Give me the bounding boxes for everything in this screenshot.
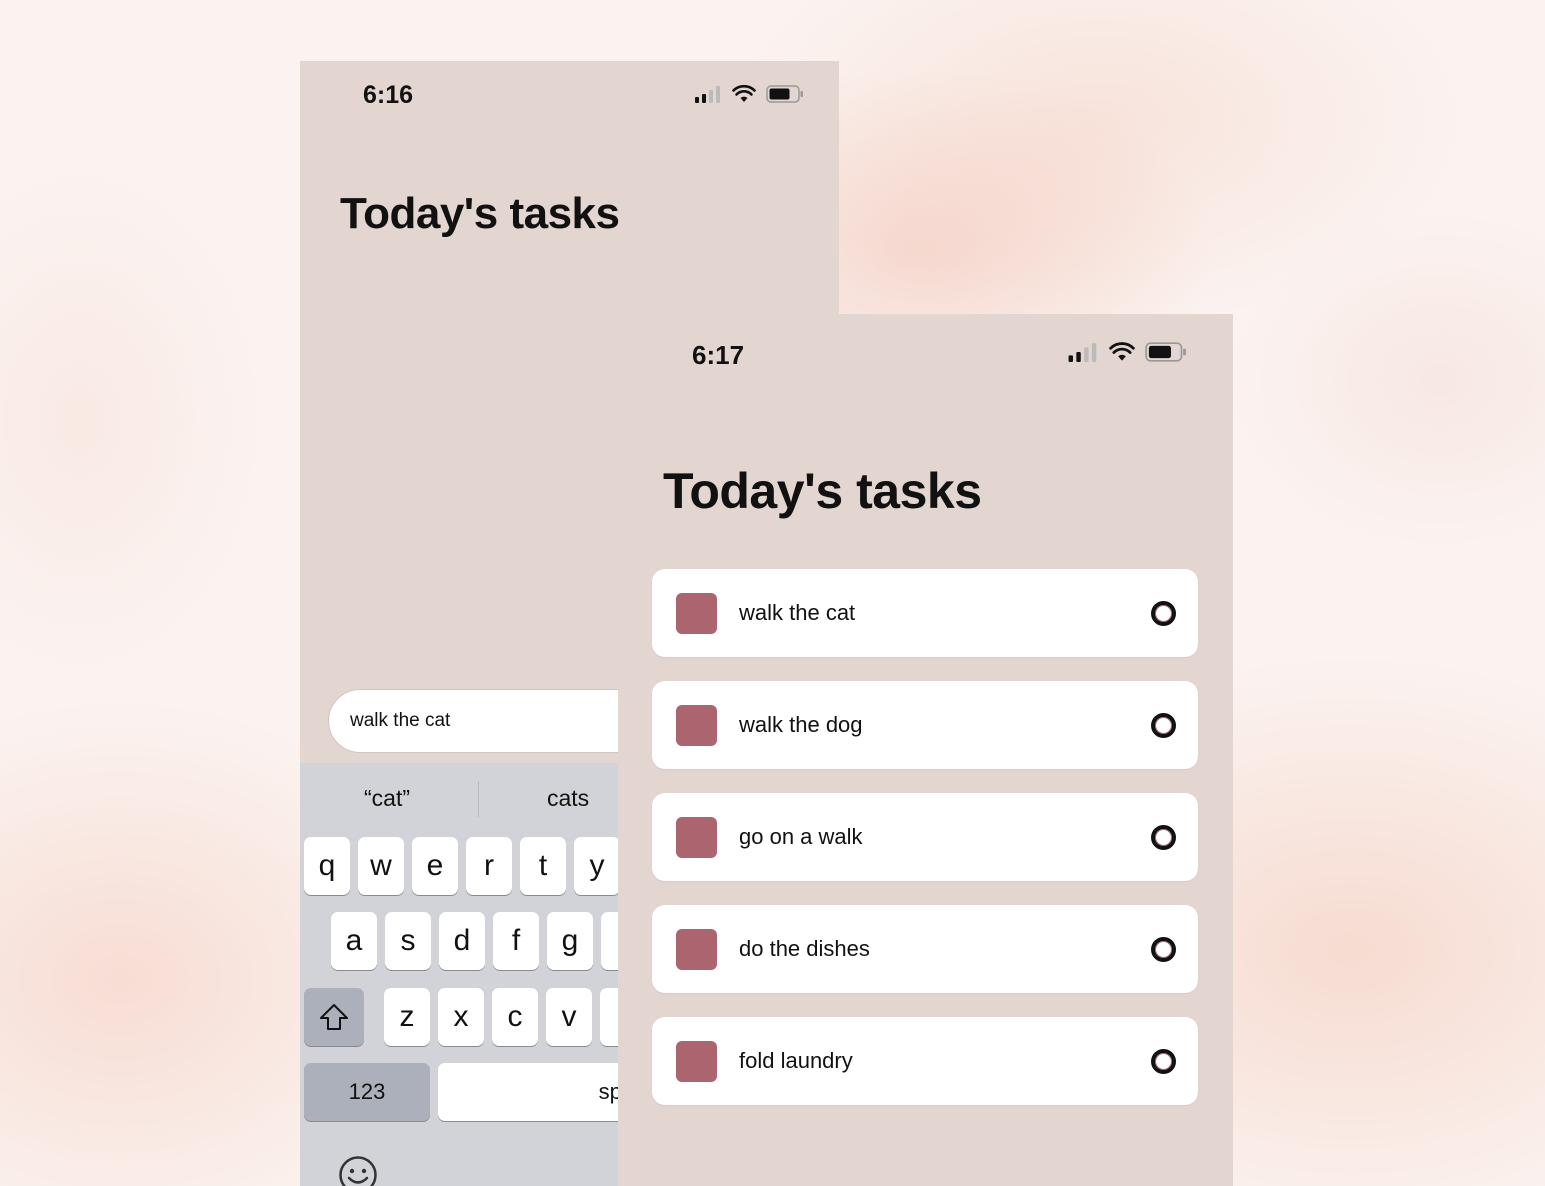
- task-label: do the dishes: [739, 936, 870, 961]
- key-q[interactable]: q: [304, 837, 350, 895]
- key-label: z: [399, 1000, 415, 1033]
- key-label: y: [589, 849, 605, 882]
- task-label: fold laundry: [739, 1048, 853, 1073]
- keyboard-suggestion[interactable]: “cat”: [364, 785, 410, 812]
- status-icons: [1067, 342, 1187, 362]
- key-label: r: [484, 849, 494, 882]
- numbers-key[interactable]: 123: [304, 1063, 430, 1121]
- status-time: 6:16: [363, 81, 414, 109]
- complete-task-checkbox[interactable]: [1151, 825, 1176, 850]
- page-title: Today's tasks: [663, 463, 982, 519]
- key-g[interactable]: g: [547, 912, 593, 970]
- key-label: s: [400, 924, 416, 957]
- task-card[interactable]: go on a walk: [652, 793, 1198, 881]
- battery-icon: [1145, 342, 1186, 362]
- key-label: x: [453, 1000, 469, 1033]
- cellular-signal-icon: [1068, 343, 1097, 362]
- emoji-icon[interactable]: [338, 1155, 378, 1186]
- task-color-swatch: [676, 929, 717, 970]
- complete-task-checkbox[interactable]: [1151, 937, 1176, 962]
- key-r[interactable]: r: [466, 837, 512, 895]
- complete-task-checkbox[interactable]: [1151, 601, 1176, 626]
- key-w[interactable]: w: [358, 837, 404, 895]
- key-e[interactable]: e: [412, 837, 458, 895]
- key-label: g: [561, 924, 579, 957]
- complete-task-checkbox[interactable]: [1151, 1049, 1176, 1074]
- key-label: e: [426, 849, 444, 882]
- key-s[interactable]: s: [385, 912, 431, 970]
- task-color-swatch: [676, 1041, 717, 1082]
- key-label: 123: [348, 1079, 386, 1104]
- key-c[interactable]: c: [492, 988, 538, 1046]
- key-v[interactable]: v: [546, 988, 592, 1046]
- task-label: go on a walk: [739, 824, 863, 849]
- key-y[interactable]: y: [574, 837, 620, 895]
- key-t[interactable]: t: [520, 837, 566, 895]
- complete-task-checkbox[interactable]: [1151, 713, 1176, 738]
- key-x[interactable]: x: [438, 988, 484, 1046]
- task-card[interactable]: do the dishes: [652, 905, 1198, 993]
- task-card[interactable]: walk the cat: [652, 569, 1198, 657]
- task-color-swatch: [676, 817, 717, 858]
- status-icons: [694, 85, 804, 103]
- key-d[interactable]: d: [439, 912, 485, 970]
- key-z[interactable]: z: [384, 988, 430, 1046]
- key-label: t: [538, 849, 548, 882]
- wifi-icon: [732, 85, 756, 102]
- task-card[interactable]: walk the dog: [652, 681, 1198, 769]
- task-label: walk the dog: [739, 712, 863, 737]
- key-a[interactable]: a: [331, 912, 377, 970]
- key-label: a: [345, 924, 363, 957]
- key-f[interactable]: f: [493, 912, 539, 970]
- task-color-swatch: [676, 705, 717, 746]
- key-label: w: [370, 849, 392, 882]
- key-label: f: [511, 924, 521, 957]
- key-label: c: [507, 1000, 523, 1033]
- key-label: d: [453, 924, 471, 957]
- status-time: 6:17: [692, 340, 745, 370]
- shift-key[interactable]: [304, 988, 364, 1046]
- task-card[interactable]: fold laundry: [652, 1017, 1198, 1105]
- key-label: q: [318, 849, 336, 882]
- key-label: v: [561, 1000, 577, 1033]
- battery-icon: [766, 85, 803, 103]
- page-title: Today's tasks: [340, 189, 620, 238]
- cellular-signal-icon: [695, 86, 720, 103]
- wifi-icon: [1109, 342, 1135, 361]
- task-label: walk the cat: [739, 600, 856, 625]
- shift-arrow-icon: [320, 1004, 348, 1030]
- keyboard-suggestion[interactable]: cats: [547, 785, 589, 812]
- phone-screen-task-list: 6:17 Today's tasks walk the cat walk the…: [618, 314, 1233, 1186]
- task-color-swatch: [676, 593, 717, 634]
- suggestion-divider: [478, 781, 479, 817]
